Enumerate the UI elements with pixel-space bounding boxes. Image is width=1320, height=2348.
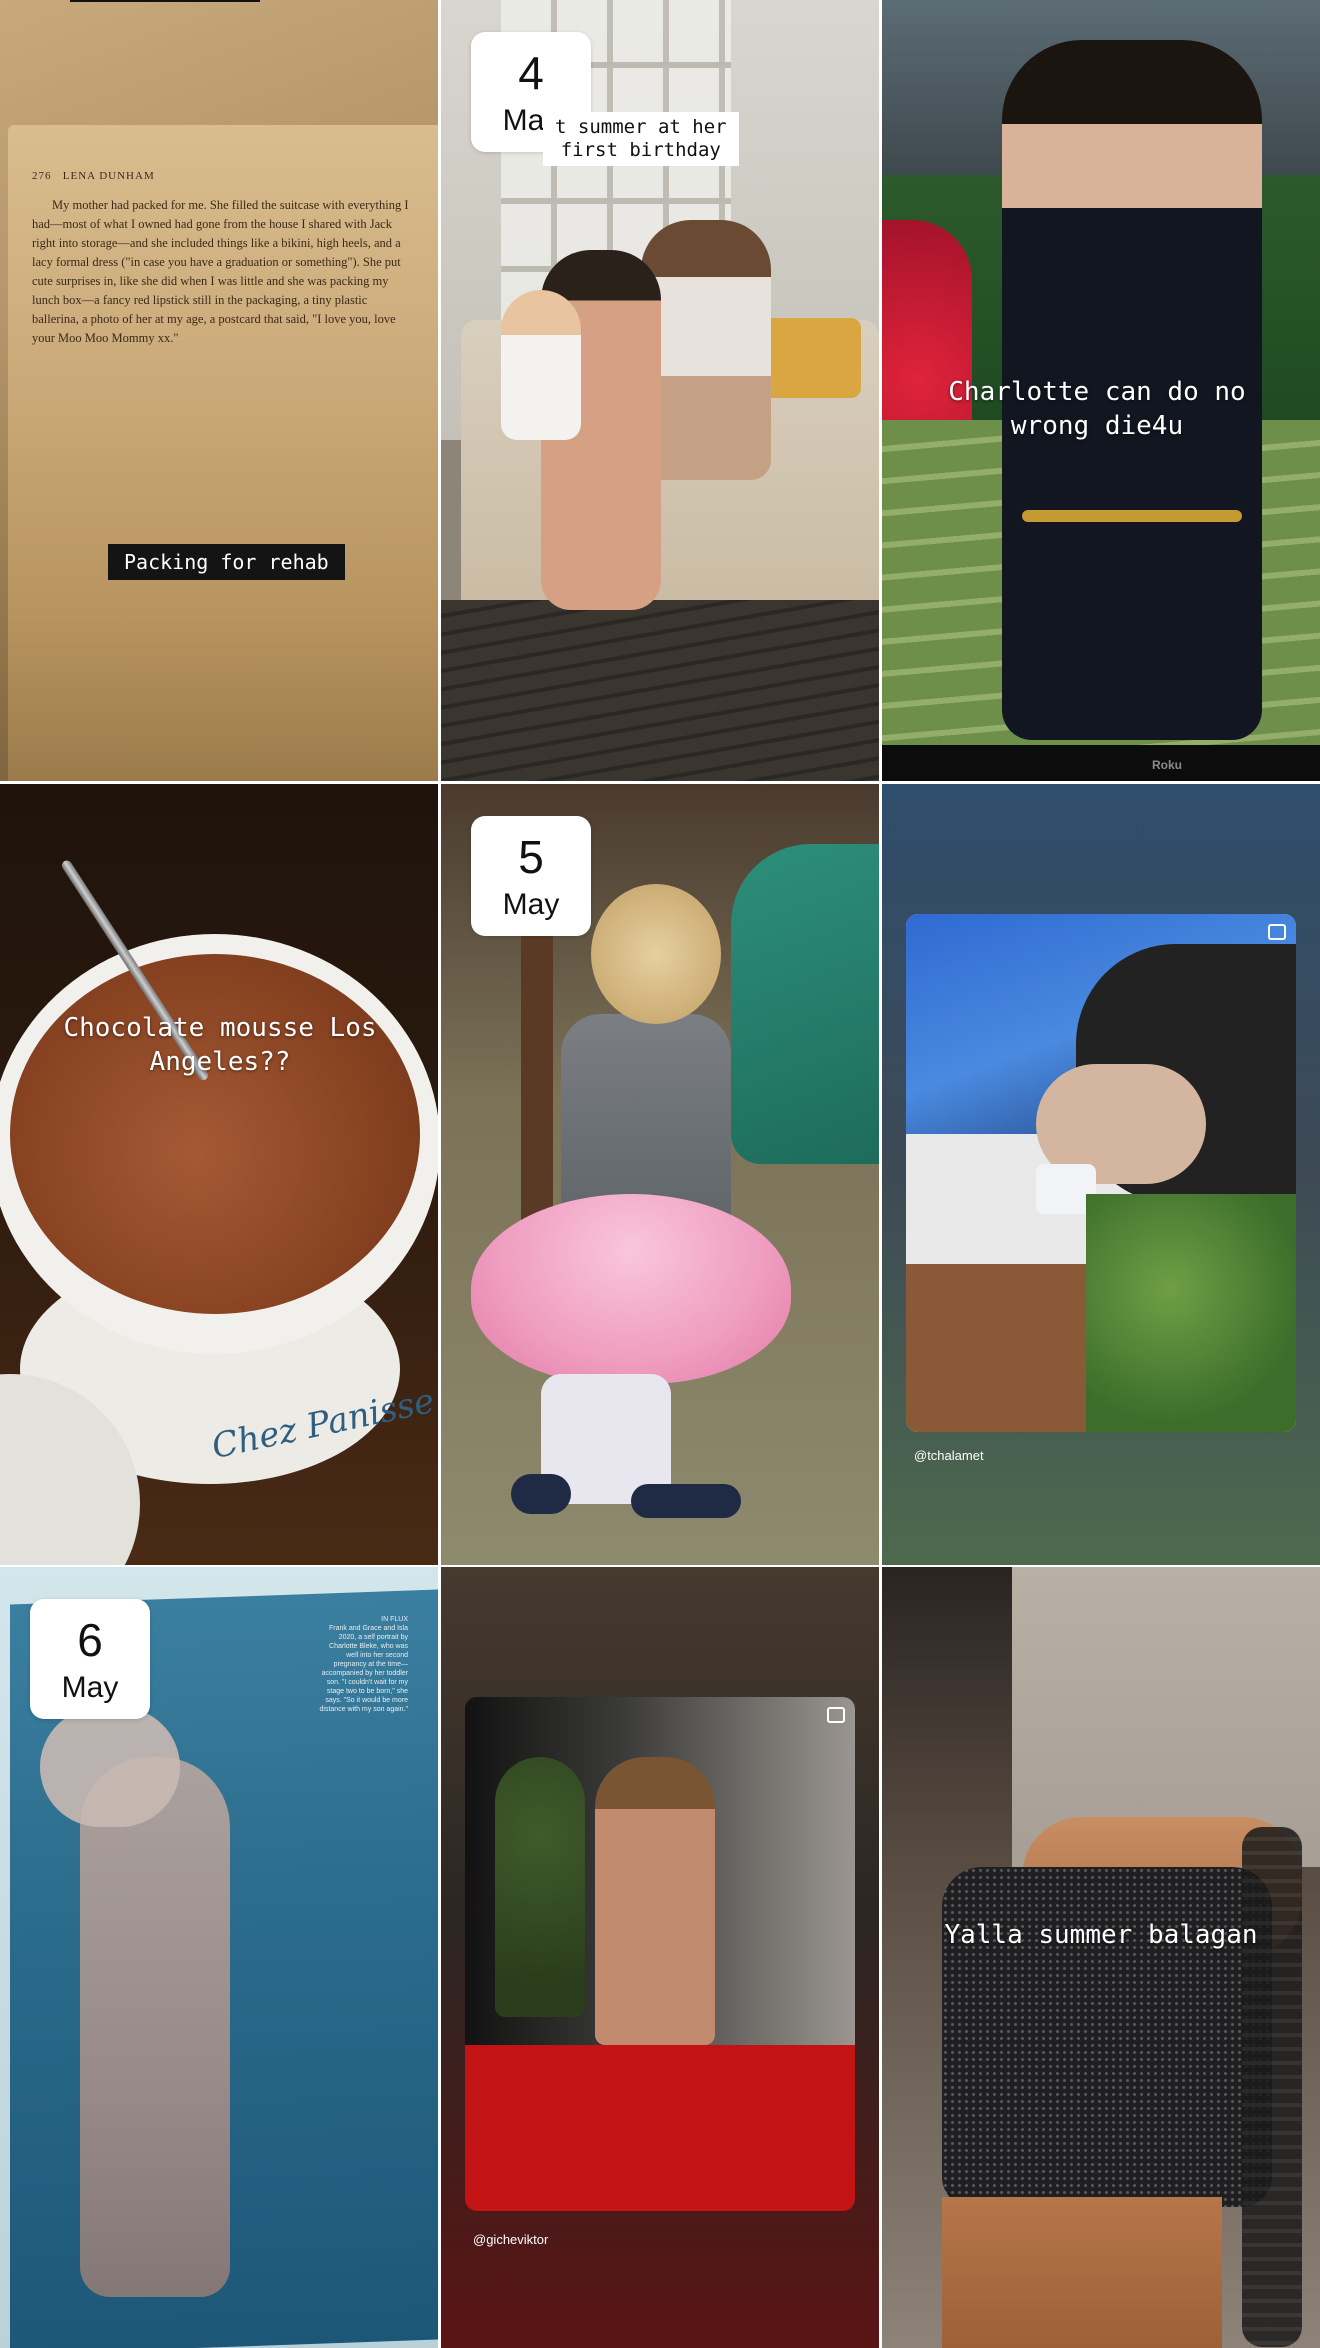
deck-floor xyxy=(441,600,879,781)
brown-bag xyxy=(906,1264,1086,1432)
shoe-right xyxy=(631,1484,741,1518)
story-highlights-grid: 276 LENA DUNHAM My mother had packed for… xyxy=(0,0,1320,2348)
polka-dot-shorts xyxy=(942,1867,1272,2207)
story-tile-tutu[interactable]: 5 May xyxy=(441,784,879,1565)
date-badge: 6 May xyxy=(30,1599,150,1719)
figure-pregnant-woman xyxy=(80,1757,230,2297)
story-tile-mousse[interactable]: Chez Panisse Chocolate mousse Los Angele… xyxy=(0,784,438,1565)
story-tile-reshare-gicheviktor[interactable]: @gicheviktor xyxy=(441,1567,879,2348)
carousel-icon xyxy=(1268,924,1286,940)
story-caption: Chocolate mousse Los Angeles?? xyxy=(63,1013,377,1077)
story-tile-family[interactable]: 4 May t summer at her first birthday xyxy=(441,0,879,781)
story-caption: Packing for rehab xyxy=(108,544,345,580)
magazine-caption: IN FLUX Frank and Grace and Isla 2020, a… xyxy=(319,1616,408,1713)
figure-toddler xyxy=(40,1707,180,1827)
herbs xyxy=(1086,1194,1296,1432)
legs xyxy=(942,2197,1222,2348)
story-tile-book[interactable]: 276 LENA DUNHAM My mother had packed for… xyxy=(0,0,438,781)
story-tile-magazine[interactable]: IN FLUX Frank and Grace and Isla 2020, a… xyxy=(0,1567,438,2348)
story-caption: Yalla summer balagan xyxy=(944,1920,1258,1950)
story-tile-tv[interactable]: Roku Charlotte can do no wrong die4u xyxy=(882,0,1320,781)
red-carpet xyxy=(465,2045,855,2211)
date-day: 4 xyxy=(518,47,544,99)
tv-brand-label: Roku xyxy=(1152,758,1182,772)
date-month: May xyxy=(61,1671,119,1704)
story-tile-reshare-tchalamet[interactable]: @tchalamet xyxy=(882,784,1320,1565)
gold-belt xyxy=(1022,510,1242,522)
post-author-handle[interactable]: @tchalamet xyxy=(914,1448,984,1463)
post-author-handle[interactable]: @gicheviktor xyxy=(473,2232,548,2247)
hair xyxy=(591,884,721,1024)
pink-tutu xyxy=(471,1194,791,1384)
stroller xyxy=(1242,1827,1302,2347)
book-header: 276 LENA DUNHAM xyxy=(32,170,155,182)
story-caption: Charlotte can do no wrong die4u xyxy=(948,377,1246,441)
tv-bezel xyxy=(882,745,1320,781)
top-progress-bar xyxy=(70,0,260,2)
date-badge: 5 May xyxy=(471,816,591,936)
carousel-icon xyxy=(827,1707,845,1723)
date-day: 5 xyxy=(518,831,544,883)
shoe-left xyxy=(511,1474,571,1514)
book-paragraph: My mother had packed for me. She filled … xyxy=(32,198,409,345)
reshared-post-card[interactable] xyxy=(906,914,1296,1432)
topiary xyxy=(495,1757,585,2017)
date-day: 6 xyxy=(77,1614,103,1666)
story-caption-line2: first birthday xyxy=(560,138,721,161)
green-slide xyxy=(731,844,879,1164)
date-month: May xyxy=(502,888,560,921)
story-caption: t summer at her first birthday xyxy=(543,112,739,166)
baby xyxy=(501,290,581,440)
story-caption-line1: t summer at her xyxy=(555,116,727,138)
story-tile-summer[interactable]: Yalla summer balagan xyxy=(882,1567,1320,2348)
woman-in-kimono xyxy=(595,1757,715,2045)
mousse xyxy=(10,954,420,1314)
reshared-post-card[interactable] xyxy=(465,1697,855,2045)
